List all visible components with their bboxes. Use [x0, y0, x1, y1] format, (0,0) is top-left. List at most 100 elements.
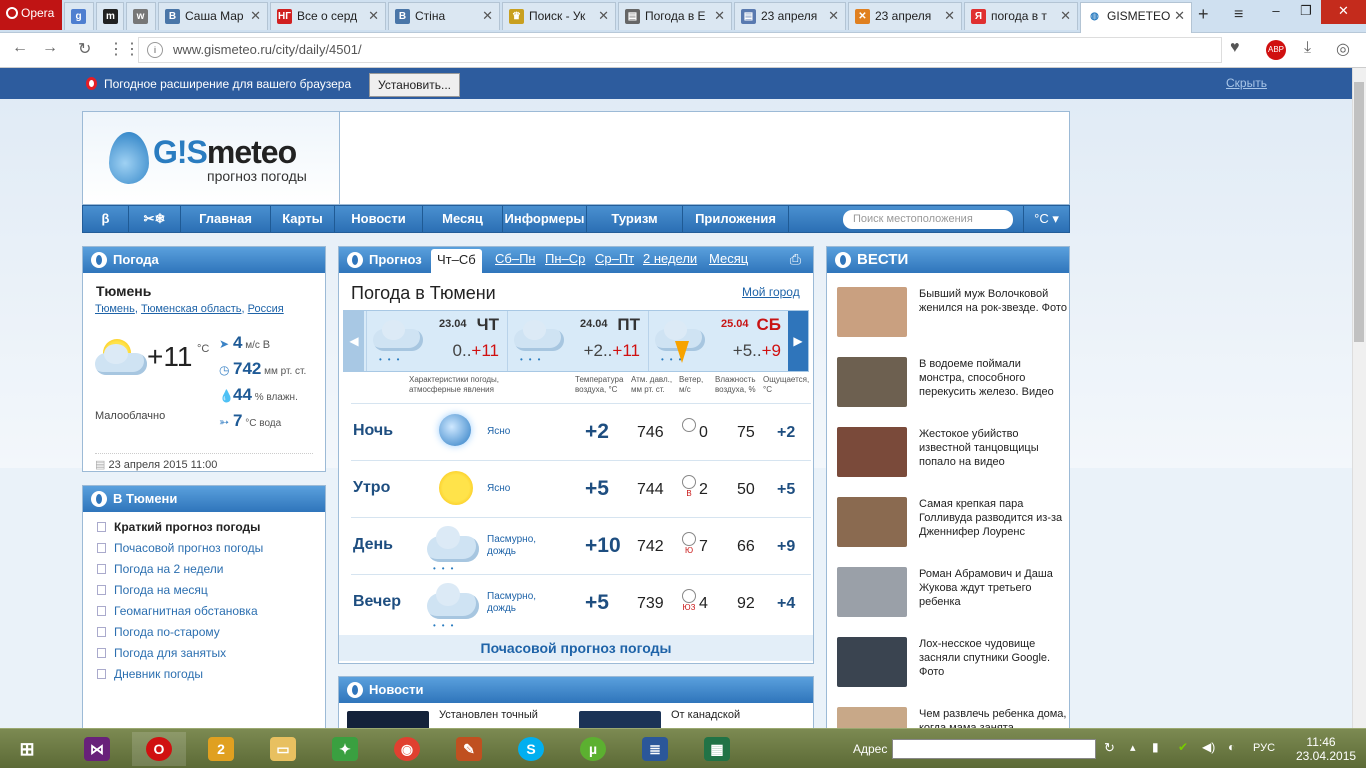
url-field[interactable]: i www.gismeteo.ru/city/daily/4501/ [138, 37, 1222, 63]
city-menu-item[interactable]: Почасовой прогноз погоды [97, 541, 263, 555]
taskbar-app3[interactable]: ✎ [442, 732, 496, 766]
taskbar-app2[interactable]: ✦ [318, 732, 372, 766]
nav-item[interactable]: Новости [335, 206, 423, 232]
city-menu-item[interactable]: Погода по-старому [97, 625, 220, 639]
browser-tab[interactable]: ♛ Поиск - Ук ✕ [502, 2, 616, 30]
minimize-button[interactable]: – [1261, 0, 1291, 24]
news-thumbnail[interactable] [837, 357, 907, 407]
taskbar-app[interactable]: 2 [194, 732, 248, 766]
news-thumbnail[interactable] [837, 427, 907, 477]
network-icon[interactable]: ▮ [1152, 740, 1159, 754]
browser-tab[interactable]: НГ Все о серд ✕ [270, 2, 386, 30]
location-search-input[interactable]: Поиск местоположения [843, 210, 1013, 229]
reload-icon[interactable]: ↻ [78, 39, 91, 59]
news-thumbnail[interactable] [837, 637, 907, 687]
forecast-tab[interactable]: Ср–Пт [595, 251, 634, 266]
browser-tab[interactable]: ▤ Погода в Е ✕ [618, 2, 732, 30]
vesti-news-item[interactable]: Самая крепкая пара Голливуда разводится … [837, 497, 1067, 553]
news-headline[interactable]: Чем развлечь ребенка дома, когда мама за… [919, 707, 1067, 728]
day-card[interactable]: ••• 24.04 ПТ +2..+11 [507, 311, 648, 371]
account-icon[interactable]: ◎ [1336, 39, 1350, 59]
browser-tab[interactable]: B Саша Мар ✕ [158, 2, 268, 30]
tab-close-icon[interactable]: ✕ [598, 3, 609, 29]
forecast-tab[interactable]: Сб–Пн [495, 251, 536, 266]
next-days-arrow[interactable]: ▶ [788, 311, 808, 371]
start-button[interactable]: ⊞ [0, 732, 54, 766]
go-icon[interactable]: ↻ [1104, 740, 1115, 756]
browser-tab[interactable]: B Стіна ✕ [388, 2, 500, 30]
browser-tab[interactable]: Япогода в т ✕ [964, 2, 1078, 30]
news-thumbnail[interactable] [347, 711, 429, 728]
speed-dial-icon[interactable]: ⋮⋮ [108, 39, 140, 59]
tray-app-icon[interactable]: ◐ [1228, 740, 1235, 754]
maximize-button[interactable]: ❐ [1291, 0, 1321, 24]
browser-tab[interactable]: g [64, 2, 94, 30]
news-thumbnail[interactable] [579, 711, 661, 728]
day-card[interactable]: ••• 23.04 ЧТ 0..+11 [366, 311, 507, 371]
news-headline[interactable]: Установлен точный [439, 709, 538, 721]
news-headline[interactable]: Лох-несское чудовище засняли спутники Go… [919, 637, 1067, 679]
forecast-tab[interactable]: Пн–Ср [545, 251, 585, 266]
tab-close-icon[interactable]: ✕ [482, 3, 493, 29]
vesti-news-item[interactable]: В водоеме поймали монстра, способного пе… [837, 357, 1067, 413]
news-headline[interactable]: Жестокое убийство известной танцовщицы п… [919, 427, 1067, 469]
adblock-icon[interactable]: ABP [1266, 40, 1286, 60]
news-headline[interactable]: Бывший муж Волочковой женился на рок-зве… [919, 287, 1067, 315]
news-thumbnail[interactable] [837, 497, 907, 547]
vesti-news-item[interactable]: Бывший муж Волочковой женился на рок-зве… [837, 287, 1067, 343]
clock[interactable]: 11:46 23.04.2015 [1296, 735, 1356, 763]
city-menu-item[interactable]: Геомагнитная обстановка [97, 604, 258, 618]
region-link[interactable]: Тюменская область [141, 303, 242, 315]
taskbar-vs[interactable]: ⋈ [70, 732, 124, 766]
taskbar-explorer[interactable]: ▭ [256, 732, 310, 766]
forward-icon[interactable]: → [42, 39, 58, 57]
print-icon[interactable]: ⎙ [790, 251, 801, 268]
browser-tab[interactable]: m [96, 2, 124, 30]
tab-close-icon[interactable]: ✕ [714, 3, 725, 29]
news-headline[interactable]: Роман Абрамович и Даша Жукова ждут треть… [919, 567, 1067, 609]
new-tab-button[interactable]: + [1198, 4, 1209, 25]
city-menu-item[interactable]: Дневник погоды [97, 667, 203, 681]
install-extension-button[interactable]: Установить... [369, 73, 460, 97]
tray-check-icon[interactable]: ✔ [1178, 740, 1188, 754]
tab-close-icon[interactable]: ✕ [1060, 3, 1071, 29]
news-headline[interactable]: Самая крепкая пара Голливуда разводится … [919, 497, 1067, 539]
hide-bar-link[interactable]: Скрыть [1226, 76, 1267, 90]
nav-item[interactable]: Карты [271, 206, 335, 232]
browser-tab[interactable]: ◍ GISMETEO ✕ [1080, 2, 1192, 33]
vesti-news-item[interactable]: Чем развлечь ребенка дома, когда мама за… [837, 707, 1067, 728]
scissors-snow-icon[interactable]: ✂❄ [129, 206, 181, 232]
language-indicator[interactable]: РУС [1253, 742, 1275, 754]
news-headline[interactable]: От канадской [671, 709, 740, 721]
nav-item[interactable]: Информеры [503, 206, 587, 232]
tab-close-icon[interactable]: ✕ [250, 3, 261, 29]
scrollbar-thumb[interactable] [1354, 82, 1364, 342]
city-menu-item[interactable]: Погода для занятых [97, 646, 226, 660]
units-dropdown[interactable]: °C ▾ [1023, 206, 1069, 232]
forecast-tab[interactable]: Чт–Сб [431, 249, 482, 273]
address-toolbar-input[interactable] [892, 739, 1096, 759]
tab-close-icon[interactable]: ✕ [1174, 3, 1185, 29]
vesti-news-item[interactable]: Жестокое убийство известной танцовщицы п… [837, 427, 1067, 483]
taskbar-utorrent[interactable]: µ [566, 732, 620, 766]
site-info-icon[interactable]: i [147, 42, 163, 58]
vesti-news-item[interactable]: Лох-несское чудовище засняли спутники Go… [837, 637, 1067, 693]
tab-close-icon[interactable]: ✕ [944, 3, 955, 29]
city-menu-item[interactable]: Краткий прогноз погоды [97, 520, 260, 534]
browser-tab[interactable]: ▤ 23 апреля ✕ [734, 2, 846, 30]
menu-icon[interactable]: ≡ [1234, 6, 1243, 24]
back-icon[interactable]: ← [12, 39, 28, 57]
city-link[interactable]: Тюмень [95, 303, 135, 315]
news-headline[interactable]: В водоеме поймали монстра, способного пе… [919, 357, 1067, 399]
hourly-forecast-link[interactable]: Почасовой прогноз погоды [339, 635, 813, 661]
news-thumbnail[interactable] [837, 287, 907, 337]
taskbar-opera[interactable]: O [132, 732, 186, 766]
city-menu-item[interactable]: Погода на месяц [97, 583, 208, 597]
tab-close-icon[interactable]: ✕ [368, 3, 379, 29]
taskbar-skype[interactable]: S [504, 732, 558, 766]
forecast-tab[interactable]: Месяц [709, 251, 748, 266]
browser-tab[interactable]: w [126, 2, 156, 30]
forecast-tab[interactable]: 2 недели [643, 251, 697, 266]
nav-item[interactable]: Месяц [423, 206, 503, 232]
news-thumbnail[interactable] [837, 707, 907, 728]
